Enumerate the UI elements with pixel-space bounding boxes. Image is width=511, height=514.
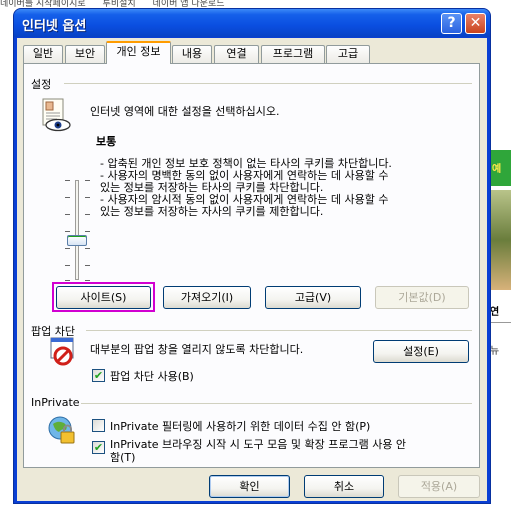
bg-link[interactable]: 네이버를 시작페이지로 xyxy=(0,0,86,8)
popup-description: 대부분의 팝업 창을 열리지 않도록 차단합니다. xyxy=(90,343,304,356)
bg-link[interactable]: 네이버 앱 다운로드 xyxy=(153,0,225,8)
slider-tick xyxy=(65,280,70,281)
level-detail-line: 있는 정보를 저장하는 자사의 쿠키를 제한합니다. xyxy=(100,205,324,218)
slider-track xyxy=(75,180,79,280)
tab-security[interactable]: 보안 xyxy=(65,45,105,63)
internet-options-dialog: 인터넷 옵션 ? ✕ 일반 보안 개인 정보 내용 연결 프로그램 고급 설정 xyxy=(13,8,491,504)
slider-tick xyxy=(85,197,90,198)
title-bar[interactable]: 인터넷 옵션 ? ✕ xyxy=(14,9,490,37)
privacy-tab-panel: 설정 인터넷 영역에 대한 설정을 선택하십시오. 보통 - 압축된 개인 정보… xyxy=(23,63,480,468)
cancel-button[interactable]: 취소 xyxy=(304,475,384,498)
bg-photo[interactable] xyxy=(488,190,511,290)
close-button[interactable]: ✕ xyxy=(465,13,486,34)
inprivate-browsing-label-line1[interactable]: InPrivate 브라우징 시작 시 도구 모음 및 확장 프로그램 사용 안 xyxy=(110,438,406,451)
inprivate-browsing-label-line2[interactable]: 함(T) xyxy=(110,451,135,464)
slider-tick xyxy=(85,231,90,232)
section-divider xyxy=(86,330,472,331)
slider-tick xyxy=(85,180,90,181)
help-button[interactable]: ? xyxy=(441,13,462,34)
section-divider xyxy=(81,403,472,404)
slider-tick xyxy=(85,280,90,281)
background-browser-content: 예 연 뉴 xyxy=(488,0,511,514)
bg-text: 뉴 xyxy=(490,346,500,357)
bg-green-banner[interactable]: 예 xyxy=(488,150,511,186)
slider-tick xyxy=(65,197,70,198)
settings-section-title: 설정 xyxy=(31,78,52,91)
privacy-level-slider[interactable] xyxy=(59,174,99,284)
tab-content[interactable]: 내용 xyxy=(172,45,212,63)
sites-button[interactable]: 사이트(S) xyxy=(56,286,151,309)
slider-tick xyxy=(85,265,90,266)
settings-description: 인터넷 영역에 대한 설정을 선택하십시오. xyxy=(90,105,280,118)
tab-advanced[interactable]: 고급 xyxy=(326,45,370,63)
slider-tick xyxy=(65,231,70,232)
window-title: 인터넷 옵션 xyxy=(22,19,87,34)
section-divider xyxy=(64,83,472,84)
slider-tick xyxy=(65,180,70,181)
inprivate-icon xyxy=(46,414,78,446)
inprivate-browsing-checkbox[interactable]: ✔ xyxy=(92,441,105,454)
slider-thumb[interactable] xyxy=(67,235,87,246)
slider-tick xyxy=(65,248,70,249)
privacy-settings-icon xyxy=(40,98,72,132)
popup-settings-button[interactable]: 설정(E) xyxy=(373,340,469,363)
bg-link[interactable]: 투비설치 xyxy=(103,0,136,8)
tab-general[interactable]: 일반 xyxy=(23,45,63,63)
dialog-client-area: 일반 보안 개인 정보 내용 연결 프로그램 고급 설정 인터넷 영역에 대한 … xyxy=(17,38,487,501)
import-button[interactable]: 가져오기(I) xyxy=(163,286,251,309)
tab-privacy[interactable]: 개인 정보 xyxy=(106,41,171,64)
tab-connections[interactable]: 연결 xyxy=(214,45,259,63)
privacy-level-name: 보통 xyxy=(96,135,117,148)
default-button[interactable]: 기본값(D) xyxy=(375,286,469,309)
screen: 네이버를 시작페이지로 투비설치 네이버 앱 다운로드 예 연 뉴 인터넷 옵션… xyxy=(0,0,511,514)
slider-tick xyxy=(85,248,90,249)
advanced-button[interactable]: 고급(V) xyxy=(265,286,361,309)
tab-programs[interactable]: 프로그램 xyxy=(261,45,325,63)
apply-button[interactable]: 적용(A) xyxy=(398,475,480,498)
inprivate-filtering-checkbox[interactable] xyxy=(92,419,105,432)
popup-blocker-icon xyxy=(49,337,79,367)
bg-text: 연 xyxy=(490,307,500,318)
ok-button[interactable]: 확인 xyxy=(209,475,290,498)
bg-divider xyxy=(488,322,511,323)
slider-tick xyxy=(85,214,90,215)
slider-tick xyxy=(65,265,70,266)
inprivate-filtering-label[interactable]: InPrivate 필터링에 사용하기 위한 데이터 수집 안 함(P) xyxy=(110,420,370,433)
inprivate-section-title: InPrivate xyxy=(31,396,80,409)
slider-tick xyxy=(65,214,70,215)
popup-blocker-label[interactable]: 팝업 차단 사용(B) xyxy=(110,370,194,383)
background-browser-links: 네이버를 시작페이지로 투비설치 네이버 앱 다운로드 xyxy=(0,0,511,8)
popup-blocker-checkbox[interactable]: ✔ xyxy=(92,369,105,382)
